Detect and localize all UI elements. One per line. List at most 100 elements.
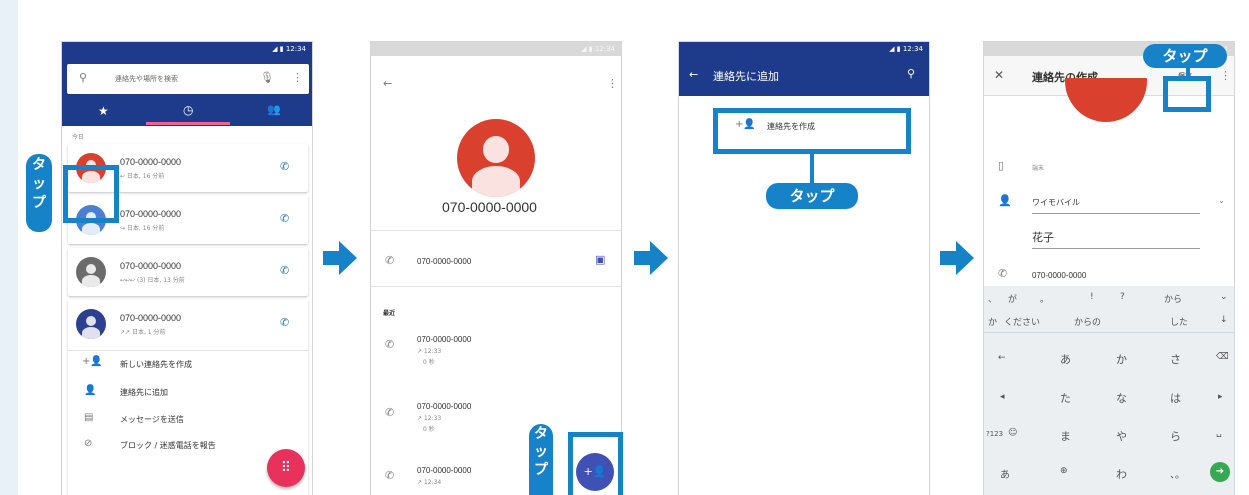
call-list-item[interactable]: 070-0000-0000 ↩↩↩ (3) 日本, 13 分前 ✆: [68, 248, 308, 296]
enter-key[interactable]: ➔: [1210, 462, 1230, 482]
field-underline: [1032, 248, 1200, 249]
keyboard-suggestion[interactable]: か: [988, 315, 997, 328]
key[interactable]: わ: [1116, 466, 1127, 482]
tap-highlight: [713, 108, 911, 154]
more-icon[interactable]: ⋮: [292, 71, 303, 84]
more-icon[interactable]: ⋮: [607, 77, 618, 90]
more-icon[interactable]: ⋮: [1220, 69, 1231, 82]
phone-icon[interactable]: ✆: [280, 160, 289, 173]
tap-highlight: [1163, 76, 1211, 112]
contact-photo[interactable]: [1065, 78, 1147, 122]
key[interactable]: 、。: [1170, 466, 1185, 481]
tap-highlight: [568, 432, 623, 495]
recent-number: 070-0000-0000: [417, 335, 472, 344]
key[interactable]: あ: [1060, 351, 1071, 367]
search-icon: ⚲: [79, 71, 88, 84]
left-arrow-icon[interactable]: ←: [998, 353, 1006, 363]
phone-icon: ✆: [998, 267, 1008, 280]
avatar: [76, 309, 106, 339]
divider: [371, 230, 621, 231]
name-input[interactable]: 花子: [1032, 229, 1054, 245]
menu-create-contact[interactable]: 新しい連絡先を作成: [120, 359, 192, 370]
phone-device-icon: ▯: [998, 159, 1005, 172]
recent-time: ↗ 12:33: [417, 348, 442, 355]
chevron-down-icon[interactable]: ⌄: [1218, 196, 1225, 205]
key[interactable]: ら: [1170, 428, 1181, 444]
tap-callout-vertical: タップ: [529, 424, 553, 495]
key[interactable]: あ: [1000, 466, 1010, 481]
keyboard-suggestion[interactable]: した: [1170, 315, 1188, 328]
name-field[interactable]: ワイモバイル: [1032, 197, 1080, 208]
call-number: 070-0000-0000: [120, 157, 182, 167]
phone-icon[interactable]: ✆: [280, 212, 289, 225]
message-icon: ▤: [84, 412, 94, 423]
key[interactable]: は: [1170, 390, 1181, 406]
space-icon[interactable]: ␣: [1216, 428, 1222, 438]
recent-time: ↗ 12:33: [417, 415, 442, 422]
keyboard-suggestion[interactable]: から: [1164, 292, 1182, 305]
divider: [984, 332, 1234, 333]
phone-screen-call-detail: ◢ ▮ 12:34 ← ⋮ 070-0000-0000 ✆ 070-0000-0…: [370, 41, 622, 495]
phone-field[interactable]: 070-0000-0000: [1032, 271, 1086, 280]
left-cursor-icon[interactable]: ◂: [1000, 392, 1005, 402]
divider: [68, 350, 308, 351]
back-arrow-icon[interactable]: ←: [689, 68, 698, 81]
phone-icon[interactable]: ✆: [280, 264, 289, 277]
phone-number-row[interactable]: 070-0000-0000: [417, 257, 471, 266]
callout-connector: [810, 154, 814, 184]
key[interactable]: た: [1060, 390, 1071, 406]
next-arrow-icon: [634, 241, 668, 275]
recent-duration: 0 秒: [423, 426, 435, 433]
favorites-tab-icon[interactable]: ★: [98, 104, 109, 118]
keyboard-suggestion[interactable]: 。: [1040, 292, 1049, 305]
key[interactable]: さ: [1170, 351, 1181, 367]
phone-screen-call-history: ◢ ▮ 12:34 ⚲ 連絡先や場所を検索 🎙 ⋮ ★ ◷ 👥 今日 070-0…: [61, 41, 313, 495]
search-bar[interactable]: ⚲ 連絡先や場所を検索 🎙 ⋮: [67, 64, 309, 94]
person-icon: 👤: [998, 194, 1012, 207]
search-icon[interactable]: ⚲: [907, 67, 915, 80]
phone-icon: ✆: [385, 406, 395, 419]
add-person-icon: +👤: [82, 356, 103, 367]
phone-icon[interactable]: ✆: [280, 316, 289, 329]
mode-key[interactable]: ?123: [986, 430, 1003, 438]
menu-block-report[interactable]: ブロック / 迷惑電話を報告: [120, 440, 216, 451]
mic-icon[interactable]: 🎙: [260, 71, 274, 84]
keyboard-suggestion[interactable]: !: [1090, 292, 1094, 302]
recent-time: ↗ 12:34: [417, 479, 442, 486]
key[interactable]: な: [1116, 390, 1127, 406]
key[interactable]: ま: [1060, 428, 1071, 444]
dialpad-fab[interactable]: ⠿: [267, 449, 305, 487]
keyboard-suggestion[interactable]: が: [1008, 292, 1017, 305]
dialpad-icon: ⠿: [280, 460, 292, 476]
contacts-tab-icon[interactable]: 👥: [267, 103, 281, 116]
backspace-icon[interactable]: ⌫: [1216, 352, 1229, 362]
key[interactable]: か: [1116, 351, 1127, 367]
emoji-icon[interactable]: ☺: [1008, 428, 1017, 438]
keyboard-suggestion[interactable]: からの: [1074, 315, 1101, 328]
chevron-down-icon[interactable]: ⌄: [1220, 292, 1228, 302]
key[interactable]: や: [1116, 428, 1127, 444]
keyboard-suggestion[interactable]: ください: [1004, 315, 1040, 328]
menu-add-to-contact[interactable]: 連絡先に追加: [120, 387, 168, 398]
section-today: 今日: [72, 134, 85, 141]
globe-icon[interactable]: ⊕: [1060, 466, 1068, 476]
right-cursor-icon[interactable]: ▸: [1218, 392, 1223, 402]
status-bar: ◢ ▮ 12:34: [62, 42, 312, 56]
back-arrow-icon[interactable]: ←: [383, 77, 392, 90]
keyboard-suggestion[interactable]: ?: [1120, 292, 1125, 302]
menu-send-message[interactable]: メッセージを送信: [120, 414, 184, 425]
next-arrow-icon: [940, 241, 974, 275]
call-detail: ↩↩↩ (3) 日本, 13 分前: [120, 277, 185, 284]
message-icon[interactable]: ▣: [595, 253, 605, 266]
tap-callout: タップ: [766, 183, 858, 209]
history-tab-icon[interactable]: ◷: [183, 103, 193, 117]
call-detail: ↗↗ 日本, 1 分前: [120, 329, 166, 336]
field-underline: [1032, 213, 1200, 214]
keyboard-suggestion[interactable]: 、: [988, 292, 997, 305]
down-arrow-icon[interactable]: ↓: [1220, 315, 1228, 325]
phone-icon: ✆: [385, 338, 395, 351]
phone-icon[interactable]: ✆: [385, 254, 394, 267]
contact-avatar: [457, 119, 535, 197]
search-placeholder: 連絡先や場所を検索: [115, 75, 178, 83]
close-icon[interactable]: ✕: [994, 68, 1004, 82]
